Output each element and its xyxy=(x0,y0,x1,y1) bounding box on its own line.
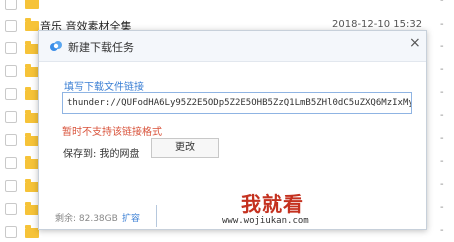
file-date: 2018-12-10 15:32 xyxy=(332,19,423,30)
dialog-title: 新建下载任务 xyxy=(68,41,134,54)
row-checkbox[interactable] xyxy=(5,134,17,146)
folder-icon xyxy=(25,18,39,31)
row-checkbox[interactable] xyxy=(5,226,17,238)
error-message: 暂时不支持该链接格式 xyxy=(62,127,162,138)
folder-icon xyxy=(25,0,39,9)
link-field-label: 填写下载文件链接 xyxy=(64,82,144,93)
row-checkbox[interactable] xyxy=(5,111,17,123)
row-checkbox[interactable] xyxy=(5,65,17,77)
folder-icon xyxy=(25,87,39,100)
file-size: - xyxy=(440,133,444,144)
row-checkbox[interactable] xyxy=(5,0,17,10)
watermark-text: 我就看 xyxy=(241,192,304,216)
file-size: - xyxy=(440,156,444,167)
folder-icon xyxy=(25,64,39,77)
folder-icon xyxy=(25,133,39,146)
row-checkbox[interactable] xyxy=(5,20,17,32)
close-icon[interactable]: × xyxy=(409,35,421,51)
file-row[interactable]: - xyxy=(0,0,454,16)
file-size: - xyxy=(440,110,444,121)
file-size: - xyxy=(440,202,444,213)
site-watermark: 我就看 www.wojiukan.com xyxy=(214,190,364,230)
file-size: - xyxy=(440,87,444,98)
expand-storage-link[interactable]: 扩容 xyxy=(122,211,140,224)
folder-icon xyxy=(25,202,39,215)
row-checkbox[interactable] xyxy=(5,157,17,169)
save-location-label: 保存到: 我的网盘 xyxy=(63,149,140,160)
row-checkbox[interactable] xyxy=(5,88,17,100)
cloud-icon xyxy=(50,41,62,51)
row-checkbox[interactable] xyxy=(5,42,17,54)
folder-icon xyxy=(25,179,39,192)
remaining-space-label: 剩余: 82.38GB xyxy=(55,214,118,224)
file-size: - xyxy=(440,64,444,75)
row-checkbox[interactable] xyxy=(5,180,17,192)
folder-icon xyxy=(25,225,39,238)
download-link-input[interactable]: thunder://QUFodHA6Ly95Z2E5ODp5Z2E5OHB5Zz… xyxy=(62,92,412,114)
dialog-header: 新建下载任务 × xyxy=(39,31,426,62)
folder-icon xyxy=(25,41,39,54)
file-size: - xyxy=(440,0,444,6)
file-size: - xyxy=(440,41,444,52)
folder-icon xyxy=(25,156,39,169)
file-size: - xyxy=(440,225,444,236)
file-size: - xyxy=(440,19,444,30)
change-location-button[interactable]: 更改 xyxy=(151,138,219,158)
row-checkbox[interactable] xyxy=(5,203,17,215)
divider xyxy=(156,205,157,227)
watermark-url: www.wojiukan.com xyxy=(222,216,309,226)
file-size: - xyxy=(440,179,444,190)
folder-icon xyxy=(25,110,39,123)
